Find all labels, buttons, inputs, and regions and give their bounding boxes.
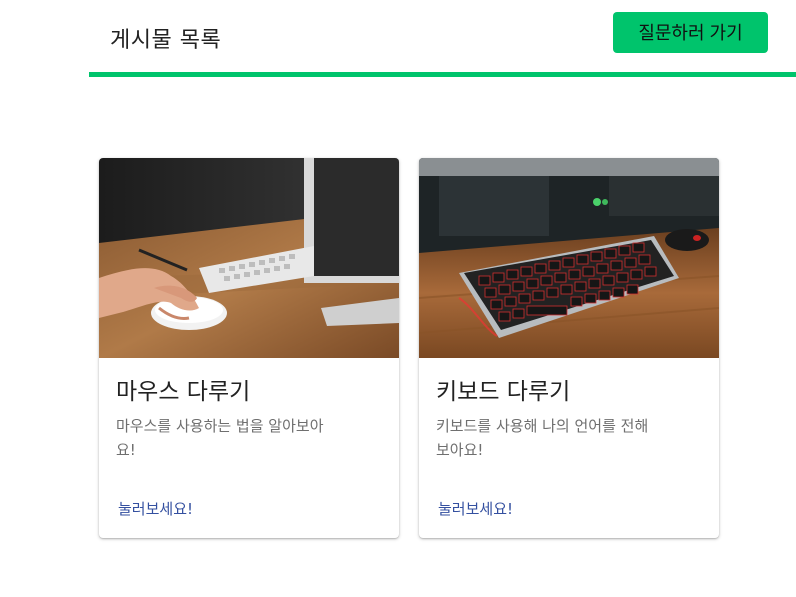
card-title: 키보드 다루기 <box>436 379 571 405</box>
post-card-mouse: 마우스 다루기 마우스를 사용하는 법을 알아보아요! 눌러보세요! <box>99 158 399 538</box>
keyboard-photo <box>419 158 719 358</box>
ask-question-button[interactable]: 질문하러 가기 <box>613 12 768 53</box>
card-title: 마우스 다루기 <box>116 379 251 405</box>
post-card-keyboard: 키보드 다루기 키보드를 사용해 나의 언어를 전해보아요! 눌러보세요! <box>419 158 719 538</box>
card-link-button[interactable]: 눌러보세요! <box>118 498 193 519</box>
page-header: 게시물 목록 질문하러 가기 <box>89 0 796 77</box>
card-link-button[interactable]: 눌러보세요! <box>438 498 513 519</box>
header-divider <box>89 72 796 77</box>
page-title: 게시물 목록 <box>110 28 222 53</box>
card-description: 마우스를 사용하는 법을 알아보아요! <box>116 417 324 459</box>
mouse-photo <box>99 158 399 358</box>
card-description: 키보드를 사용해 나의 언어를 전해보아요! <box>436 417 649 459</box>
